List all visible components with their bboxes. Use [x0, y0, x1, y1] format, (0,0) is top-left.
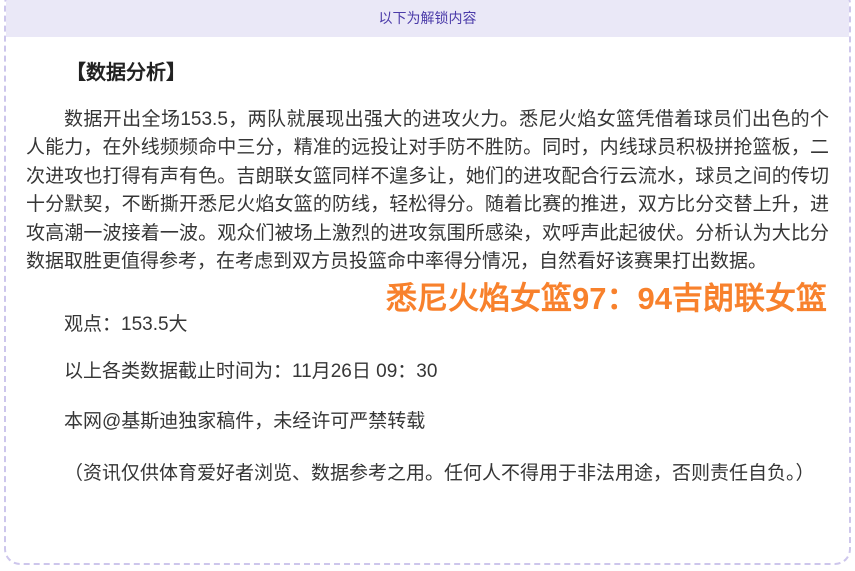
- unlock-banner: 以下为解锁内容: [6, 0, 849, 37]
- unlock-banner-label: 以下为解锁内容: [379, 11, 477, 25]
- disclaimer-line: （资讯仅供体育爱好者浏览、数据参考之用。任何人不得用于非法用途，否则责任自负。）: [26, 460, 829, 488]
- copyright-line: 本网@基斯迪独家稿件，未经许可严禁转载: [26, 408, 829, 436]
- article-content: 【数据分析】 数据开出全场153.5，两队就展现出强大的进攻火力。悉尼火焰女篮凭…: [6, 59, 849, 488]
- unlocked-content-frame: 以下为解锁内容 【数据分析】 数据开出全场153.5，两队就展现出强大的进攻火力…: [4, 0, 851, 565]
- section-heading: 【数据分析】: [26, 59, 829, 87]
- page-viewport: 以下为解锁内容 【数据分析】 数据开出全场153.5，两队就展现出强大的进攻火力…: [0, 0, 855, 571]
- data-cutoff-line: 以上各类数据截止时间为：11月26日 09：30: [26, 358, 829, 386]
- analysis-paragraph: 数据开出全场153.5，两队就展现出强大的进攻火力。悉尼火焰女篮凭借着球员们出色…: [26, 106, 829, 276]
